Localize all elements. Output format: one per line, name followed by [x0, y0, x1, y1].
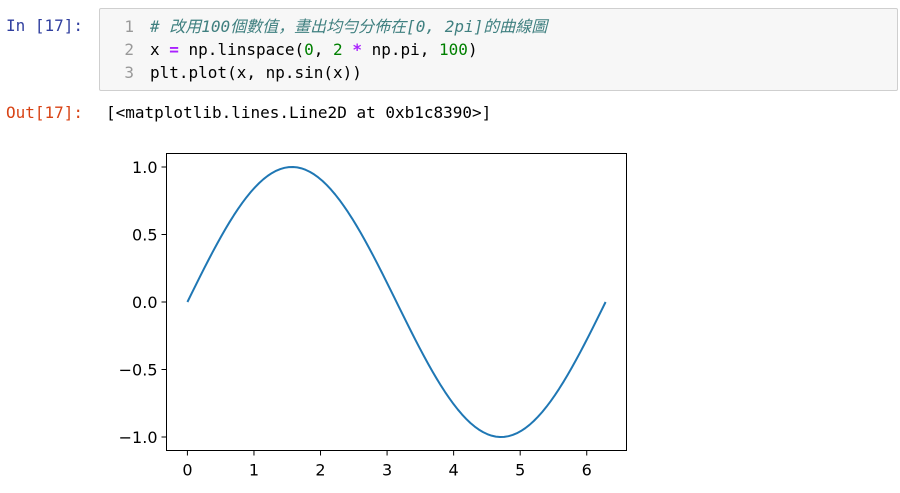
code-token: 0: [304, 40, 314, 59]
line-number: 3: [124, 63, 134, 82]
code-line-3[interactable]: 3 plt.plot(x, np.sin(x)): [100, 62, 362, 84]
output-text: [<matplotlib.lines.Line2D at 0xb1c8390>]: [106, 103, 492, 122]
line-number: 1: [124, 17, 134, 36]
input-prompt: In [17]:: [6, 16, 84, 35]
x-tick-label: 5: [515, 461, 525, 480]
line-number: 2: [124, 40, 134, 59]
code-token: 2: [333, 40, 343, 59]
code-token: np.pi,: [361, 40, 440, 59]
x-tick-label: 1: [249, 461, 259, 480]
code-token: x: [150, 40, 170, 59]
y-tick-label: −0.5: [119, 361, 158, 380]
code-token: *: [352, 40, 362, 59]
code-token: plt.plot(x, np.sin(x)): [150, 63, 362, 82]
code-token: ): [467, 40, 478, 59]
code-cell-editor[interactable]: 1 # 改用100個數值，畫出均勻分佈在[0, 2pi]的曲線圖 2 x = np.l…: [99, 8, 898, 91]
code-line-2[interactable]: 2x = np.linspace(0, 2 * np.pi, 100): [100, 39, 478, 61]
code-token: 100: [439, 40, 468, 59]
code-token: ,: [313, 40, 334, 59]
code-token: =: [169, 40, 179, 59]
y-tick-label: −1.0: [119, 428, 158, 447]
y-tick-label: 1.0: [132, 158, 157, 177]
x-tick-label: 4: [449, 461, 459, 480]
x-tick-label: 2: [315, 461, 325, 480]
code-token: # 改用100個數值，畫出均勻分佈在[0, 2pi]的曲線圖: [150, 17, 548, 36]
x-tick-label: 6: [582, 461, 592, 480]
sine-plot: 0 1 2 3 4 5 6 1.0 0.5 0.0 −0.5 −1.0: [119, 153, 627, 480]
series-line-sin: [186, 166, 607, 438]
y-tick-label: 0.0: [132, 293, 157, 312]
y-axis-ticks: 1.0 0.5 0.0 −0.5 −1.0: [119, 158, 167, 447]
x-tick-label: 3: [382, 461, 392, 480]
y-tick-label: 0.5: [132, 225, 157, 244]
x-axis-ticks: 0 1 2 3 4 5 6: [182, 450, 592, 480]
code-line-1[interactable]: 1 # 改用100個數值，畫出均勻分佈在[0, 2pi]的曲線圖: [100, 16, 547, 38]
x-tick-label: 0: [182, 461, 192, 480]
code-token: np.linspace(: [178, 40, 305, 59]
output-prompt: Out[17]:: [6, 103, 84, 122]
